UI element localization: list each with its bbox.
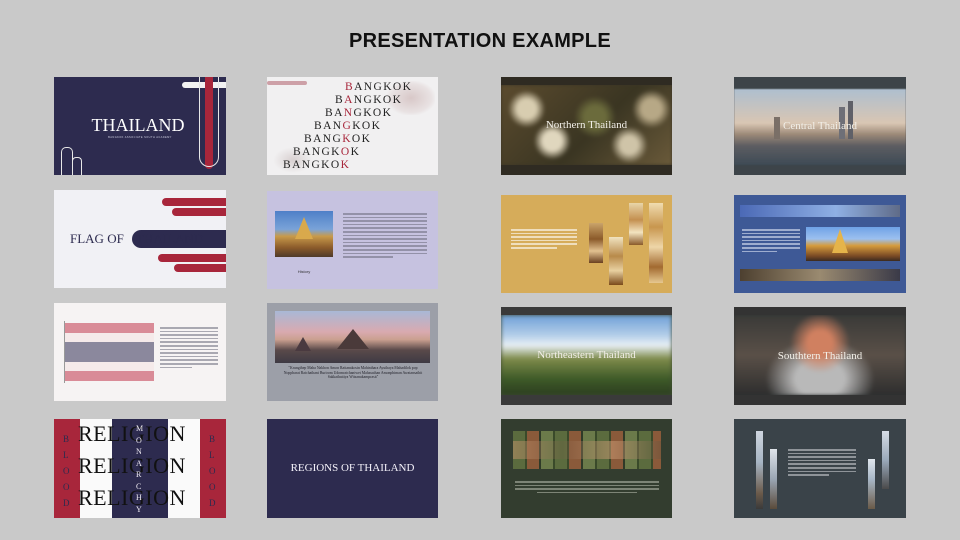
slide-religion-monarchy-blood[interactable]: RELIGION RELIGION RELIGION BLOOD MONARCH… [54, 419, 226, 518]
slide-central-thailand[interactable]: Central Thailand [734, 77, 906, 175]
food-image [589, 223, 603, 263]
bangkok-word: BANGKOK [304, 133, 372, 145]
flag-stripe-white [64, 362, 154, 371]
bottom-band [501, 165, 672, 175]
bangkok-word: BANGKOK [293, 146, 361, 158]
top-band [734, 307, 906, 315]
photo-caption: History [297, 269, 311, 274]
temple-spire [295, 217, 313, 239]
city-paragraph [788, 449, 856, 478]
slide-regions-of-thailand[interactable]: REGIONS OF THAILAND [267, 419, 438, 518]
decor-arch-2 [72, 157, 82, 175]
monarchy-vertical: MONARCHY [136, 424, 144, 514]
photo-strip-overlay [513, 441, 661, 459]
slide-history[interactable]: History [267, 191, 438, 289]
quote-text: "Krungthep Maha Nakhon Amon Rattanakosin… [283, 366, 423, 380]
slide-title: Northeastern Thailand [537, 349, 636, 361]
food-image [629, 203, 643, 245]
page-title: PRESENTATION EXAMPLE [349, 30, 611, 52]
food-image [649, 203, 663, 283]
bottom-band [734, 395, 906, 405]
red-pill [172, 208, 226, 216]
slide-northern-thailand[interactable]: Northern Thailand [501, 77, 672, 175]
red-pill [174, 264, 226, 272]
slide-temple-blue[interactable] [734, 195, 906, 293]
flag-paragraph [160, 327, 218, 370]
slide-title-right: THAILAND [136, 231, 204, 246]
slide-title: THAILAND [91, 115, 185, 135]
bangkok-word: BANGKOK [345, 81, 413, 93]
slide-flag-of-thailand[interactable]: FLAG OF THAILAND [54, 190, 226, 288]
food-paragraph [511, 229, 577, 251]
slide-title: Northern Thailand [545, 119, 628, 131]
chart-axis [64, 321, 65, 383]
religion-word: RELIGION [78, 485, 186, 510]
slide-title-left: FLAG OF [70, 231, 124, 246]
flag-stripe-red [64, 323, 154, 333]
slide-title: REGIONS OF THAILAND [290, 462, 415, 474]
red-pill [162, 198, 226, 206]
flag-stripe-white [64, 333, 154, 342]
top-band [501, 307, 672, 315]
temple-silhouette [295, 337, 311, 351]
slide-people-olive[interactable] [501, 419, 672, 518]
slide-flag-chart[interactable] [54, 303, 226, 401]
slide-thailand-title[interactable]: THAILAND BANGKOK ASSOCIATE SOUTH ACADEMY [54, 77, 226, 175]
blood-vertical-right: BLOOD [209, 434, 216, 508]
photo-strip-vertical [756, 431, 763, 509]
slide-northeastern-thailand[interactable]: Northeastern Thailand [501, 307, 672, 405]
religion-word: RELIGION [78, 421, 186, 446]
temple-silhouette [337, 329, 369, 349]
slide-krungthep-quote[interactable]: "Krungthep Maha Nakhon Amon Rattanakosin… [267, 303, 438, 401]
slide-subtitle: BANGKOK ASSOCIATE SOUTH ACADEMY [108, 136, 172, 139]
history-paragraph [343, 213, 427, 260]
bangkok-word: BANGKOK [314, 120, 382, 132]
religion-word: RELIGION [78, 453, 186, 478]
bangkok-word: BANGKOK [283, 159, 351, 171]
watercolor-brush [267, 81, 307, 85]
sky-strip [740, 205, 900, 217]
slide-title: Central Thailand [782, 120, 858, 132]
bottom-strip [740, 269, 900, 281]
slide-city-slate[interactable] [734, 419, 906, 518]
photo-strip-vertical [868, 459, 875, 509]
bottom-band [501, 395, 672, 405]
people-paragraph [515, 481, 659, 495]
slide-food-gold[interactable] [501, 195, 672, 293]
bangkok-word: BANGKOK [335, 94, 403, 106]
photo-strip-vertical [882, 431, 889, 489]
blood-vertical-left: BLOOD [63, 434, 70, 508]
temple-photo [806, 227, 900, 261]
photo-strip-vertical [770, 449, 777, 509]
bangkok-word: BANGKOK [325, 107, 393, 119]
slide-southern-thailand[interactable]: Southtern Thailand [734, 307, 906, 405]
temple-paragraph [742, 229, 800, 254]
flag-stripe-red [64, 371, 154, 381]
slide-title: Southtern Thailand [777, 350, 863, 362]
flag-stripe-blue [64, 342, 154, 362]
top-band [501, 77, 672, 85]
slide-bangkok-words[interactable]: BANGKOK BANGKOK BANGKOK BANGKOK BANGKOK … [267, 77, 438, 175]
red-pill [158, 254, 226, 262]
temple-spire [832, 229, 848, 253]
food-image [609, 237, 623, 285]
